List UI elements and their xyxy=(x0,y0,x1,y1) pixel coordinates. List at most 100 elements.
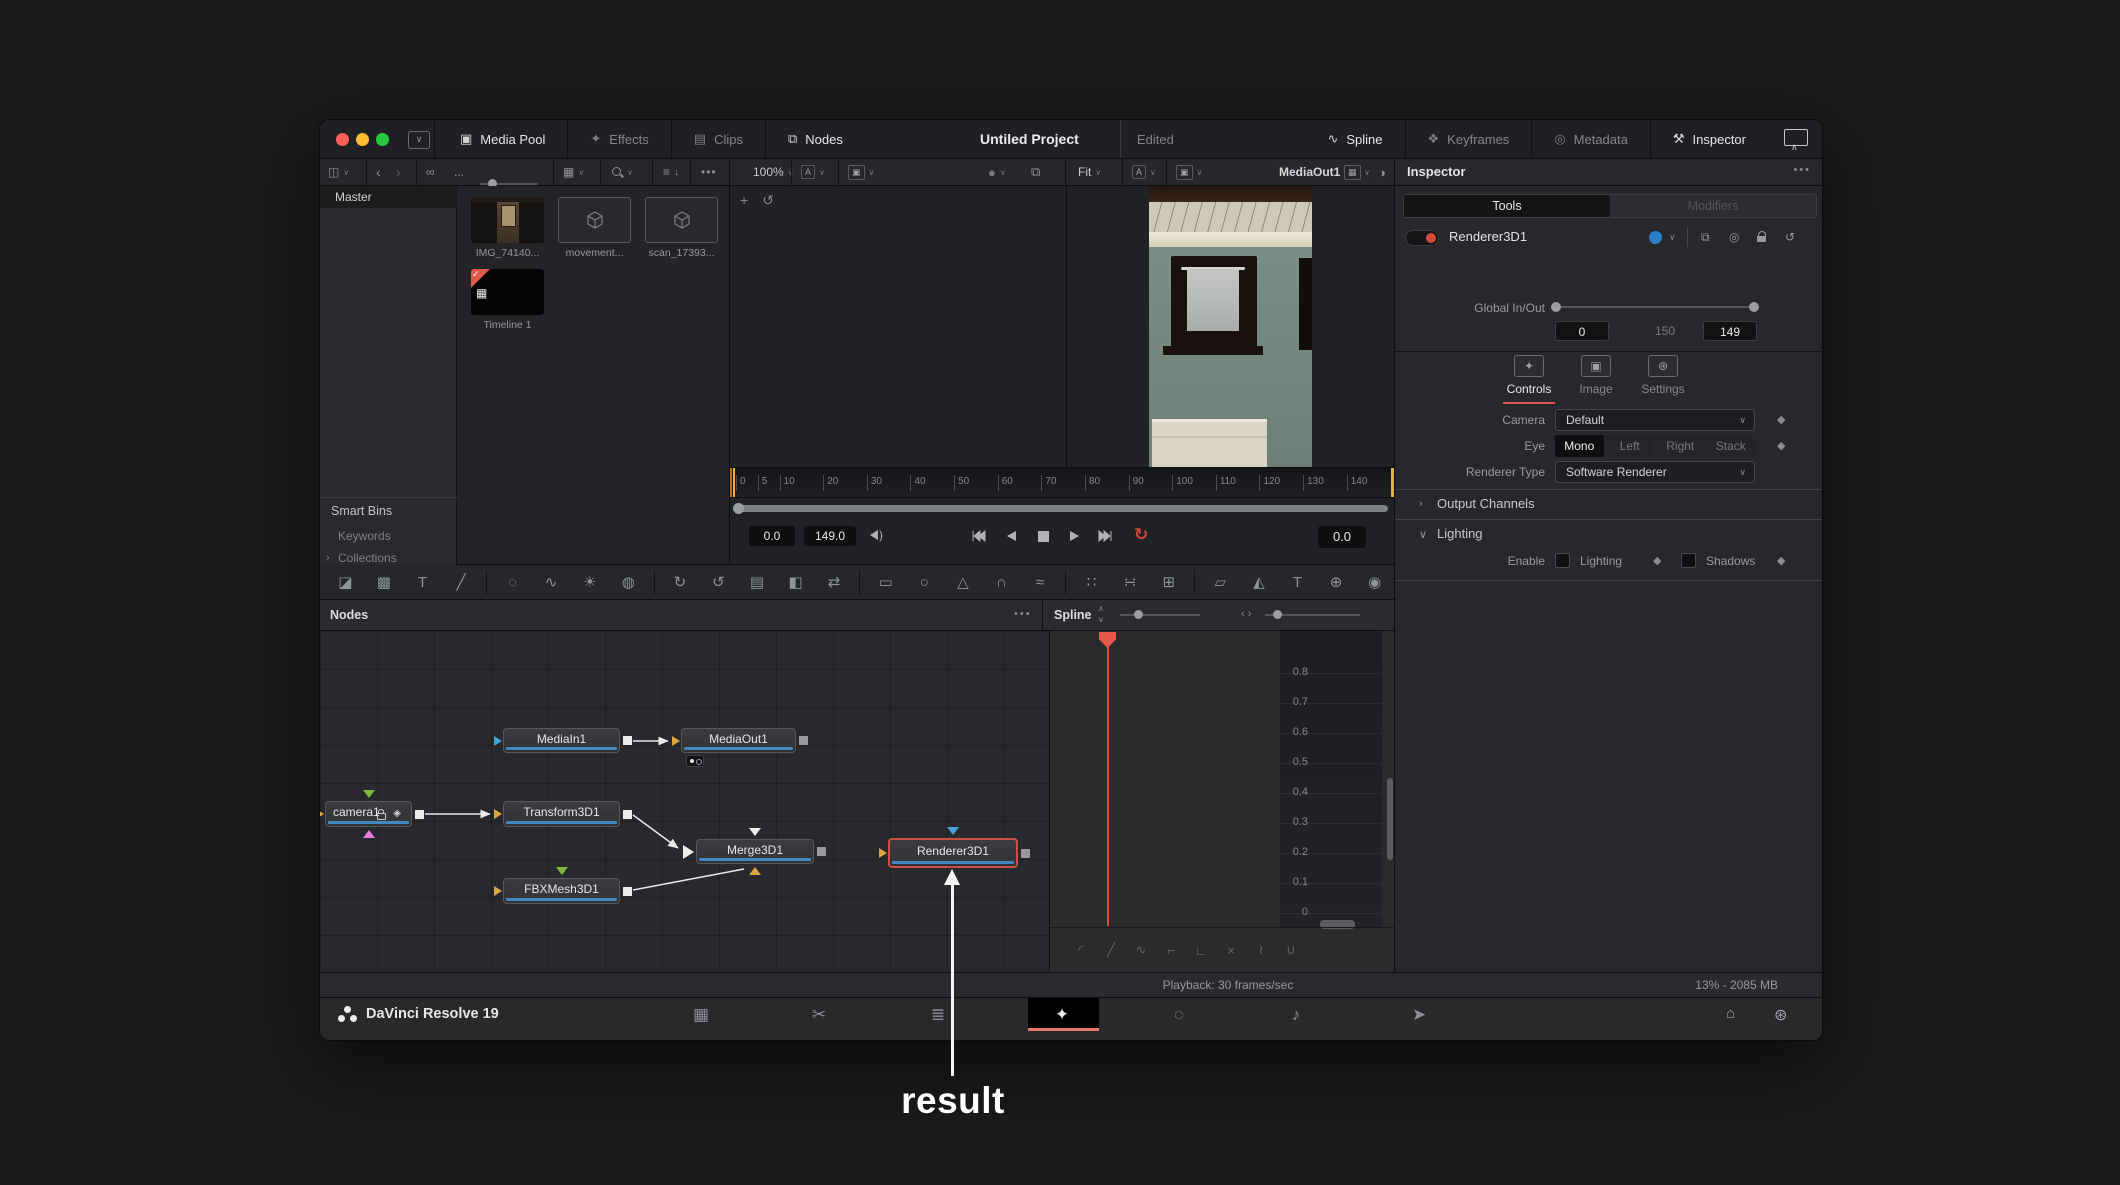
tool-pimageemitter-icon[interactable]: ⊞ xyxy=(1149,573,1188,591)
version-color-icon[interactable] xyxy=(1649,231,1662,244)
external-display-icon[interactable]: ∧ xyxy=(1784,129,1808,152)
eye-option-right[interactable]: Right xyxy=(1656,435,1705,457)
global-in-field[interactable]: 0 xyxy=(1555,321,1609,341)
page-fusion[interactable]: ✦ xyxy=(1047,998,1077,1031)
tab-metadata[interactable]: ◎ Metadata xyxy=(1531,120,1650,158)
tool-pemitter-icon[interactable]: ∷ xyxy=(1072,573,1111,591)
node-output-port[interactable] xyxy=(817,847,826,856)
bin-master[interactable]: Master xyxy=(320,186,457,208)
tool-blur-icon[interactable]: ◍ xyxy=(609,573,648,591)
tool-transform-icon[interactable]: ↻ xyxy=(661,573,700,591)
viewer2-channel-a-dropdown[interactable]: A ∨ xyxy=(1132,159,1156,185)
spline-tool-smooth-icon[interactable]: ∿ xyxy=(1126,942,1156,958)
tool-paint-icon[interactable]: ╱ xyxy=(442,573,481,591)
pin-icon[interactable]: ◎ xyxy=(1729,230,1739,244)
tab-clips[interactable]: ▤ Clips xyxy=(670,120,765,158)
node-bottom-port[interactable] xyxy=(749,867,761,875)
node-bottom-port[interactable] xyxy=(362,830,375,838)
tool-shape3d-icon[interactable]: ◭ xyxy=(1240,573,1279,591)
viewer-channel-a-dropdown[interactable]: A ∨ xyxy=(801,159,825,185)
tool-merge3d-icon[interactable]: ⊕ xyxy=(1317,573,1356,591)
lock-icon[interactable] xyxy=(1757,231,1767,243)
bin-sidebar-toggle[interactable]: ◫ ∨ xyxy=(328,159,349,185)
tab-image[interactable]: ▣ Image xyxy=(1562,355,1630,396)
maximize-window-button[interactable] xyxy=(376,133,389,146)
spline-vscale-slider[interactable] xyxy=(1120,610,1200,619)
node-graph[interactable]: MediaIn1 MediaOut1 camera1 ◈ Transform3D1 Mer… xyxy=(320,631,1049,972)
output-channels-chevron[interactable]: › xyxy=(1419,498,1423,510)
tool-camera3d-icon[interactable]: ◉ xyxy=(1355,573,1394,591)
tab-modifiers[interactable]: Modifiers xyxy=(1610,195,1816,217)
spline-tool-flatten-icon[interactable]: ≀ xyxy=(1246,942,1276,958)
clip-item[interactable]: IMG_74140... xyxy=(471,197,544,259)
go-to-start-button[interactable] xyxy=(968,527,990,545)
clip-item[interactable]: scan_17393... xyxy=(645,197,718,259)
tab-settings[interactable]: ⊛ Settings xyxy=(1629,355,1697,396)
tab-effects[interactable]: ✦ Effects xyxy=(567,120,670,158)
back-button[interactable]: ‹ xyxy=(376,159,381,185)
tab-keyframes[interactable]: ❖ Keyframes xyxy=(1404,120,1532,158)
node-output-port[interactable] xyxy=(415,809,424,819)
pan-tool-icon[interactable]: + xyxy=(740,192,748,209)
tool-polygon-mask-icon[interactable]: △ xyxy=(944,573,983,591)
tool-imageplane3d-icon[interactable]: ▱ xyxy=(1201,573,1240,591)
lighting-enable-checkbox[interactable] xyxy=(1555,553,1570,568)
go-to-end-button[interactable] xyxy=(1094,527,1116,545)
play-reverse-button[interactable] xyxy=(1000,527,1022,545)
spline-tool-step-out-icon[interactable]: ∟ xyxy=(1186,943,1216,958)
tool-bspline-mask-icon[interactable]: ∩ xyxy=(982,574,1021,591)
timeline-range-scrollbar[interactable] xyxy=(730,498,1395,519)
version-chevron-icon[interactable]: ∨ xyxy=(1669,232,1676,243)
copy-settings-icon[interactable]: ⧉ xyxy=(1701,230,1710,245)
node-output-port[interactable] xyxy=(1021,848,1030,858)
node-enable-toggle[interactable] xyxy=(1405,230,1439,246)
tool-fastnoise-icon[interactable]: ▩ xyxy=(365,573,404,591)
inspector-options-button[interactable]: ••• xyxy=(1793,164,1811,176)
spline-tool-linear-icon[interactable]: ╱ xyxy=(1096,942,1126,958)
lighting-header[interactable]: Lighting xyxy=(1437,526,1483,541)
more-options-button[interactable]: ••• xyxy=(701,159,717,185)
eye-option-mono[interactable]: Mono xyxy=(1555,435,1604,457)
search-button[interactable]: ∨ xyxy=(612,159,633,185)
nodes-options-button[interactable]: ••• xyxy=(1014,608,1032,620)
viewer-fit-dropdown[interactable]: Fit ∨ xyxy=(1078,159,1101,185)
viewer2-source-chevron[interactable]: ∨ xyxy=(1364,159,1370,185)
tool-prender-icon[interactable]: ∺ xyxy=(1111,573,1150,591)
page-media[interactable]: ▦ xyxy=(686,998,716,1031)
spline-hscale-slider[interactable] xyxy=(1265,610,1360,619)
tab-spline[interactable]: ∿ Spline xyxy=(1305,120,1404,158)
spline-tool-step-in-icon[interactable]: ⌐ xyxy=(1156,943,1186,958)
tool-text3d-icon[interactable]: T xyxy=(1278,574,1317,591)
tool-ranges-mask-icon[interactable]: ≈ xyxy=(1021,574,1060,591)
thumb-options-icon[interactable]: ... xyxy=(454,159,464,185)
node-top-port[interactable] xyxy=(947,827,959,835)
node-Renderer3D1[interactable]: Renderer3D1 xyxy=(888,838,1018,868)
viewer2-grid-icon[interactable]: ▦ xyxy=(1344,159,1361,185)
unlink-bins-icon[interactable]: ∞ xyxy=(426,159,435,185)
viewer2-sphere-icon[interactable]: ◑ xyxy=(1378,159,1386,185)
clip-item[interactable]: ✓ ▦ Timeline 1 xyxy=(471,269,544,331)
node-FBXMesh3D1[interactable]: FBXMesh3D1 xyxy=(503,878,620,904)
tab-controls[interactable]: ✦ Controls xyxy=(1495,355,1563,404)
sort-button[interactable]: ≡ ↓ xyxy=(663,159,679,185)
shadows-keyframe-icon[interactable]: ◆ xyxy=(1777,554,1785,567)
node-Merge3D1[interactable]: Merge3D1 xyxy=(696,839,814,864)
tool-dve-icon[interactable]: ↺ xyxy=(699,573,738,591)
output-channels-header[interactable]: Output Channels xyxy=(1437,496,1535,511)
node-output-port[interactable] xyxy=(623,886,632,896)
spline-handles-icon[interactable]: ‹ › xyxy=(1241,608,1251,620)
page-cut[interactable]: ✂ xyxy=(804,998,834,1031)
minimize-window-button[interactable] xyxy=(356,133,369,146)
node-output-port[interactable] xyxy=(623,809,632,819)
camera-dropdown[interactable]: Default ∨ xyxy=(1555,409,1755,431)
node-top-port[interactable] xyxy=(362,790,375,798)
tool-ellipse-mask-icon[interactable]: ○ xyxy=(905,574,944,591)
tab-tools[interactable]: Tools xyxy=(1404,195,1610,217)
tool-channelbooleans-icon[interactable]: ⇄ xyxy=(815,573,854,591)
render-in-field[interactable]: 0.0 xyxy=(749,526,795,546)
tool-colorcorrector-icon[interactable]: ◌ xyxy=(493,574,532,591)
smart-bin-keywords[interactable]: Keywords xyxy=(320,526,457,546)
page-fairlight[interactable]: ♪ xyxy=(1281,998,1311,1031)
project-manager-icon[interactable]: ⌂ xyxy=(1726,1005,1735,1022)
spline-tool-ease-icon[interactable]: ◜ xyxy=(1066,942,1096,958)
